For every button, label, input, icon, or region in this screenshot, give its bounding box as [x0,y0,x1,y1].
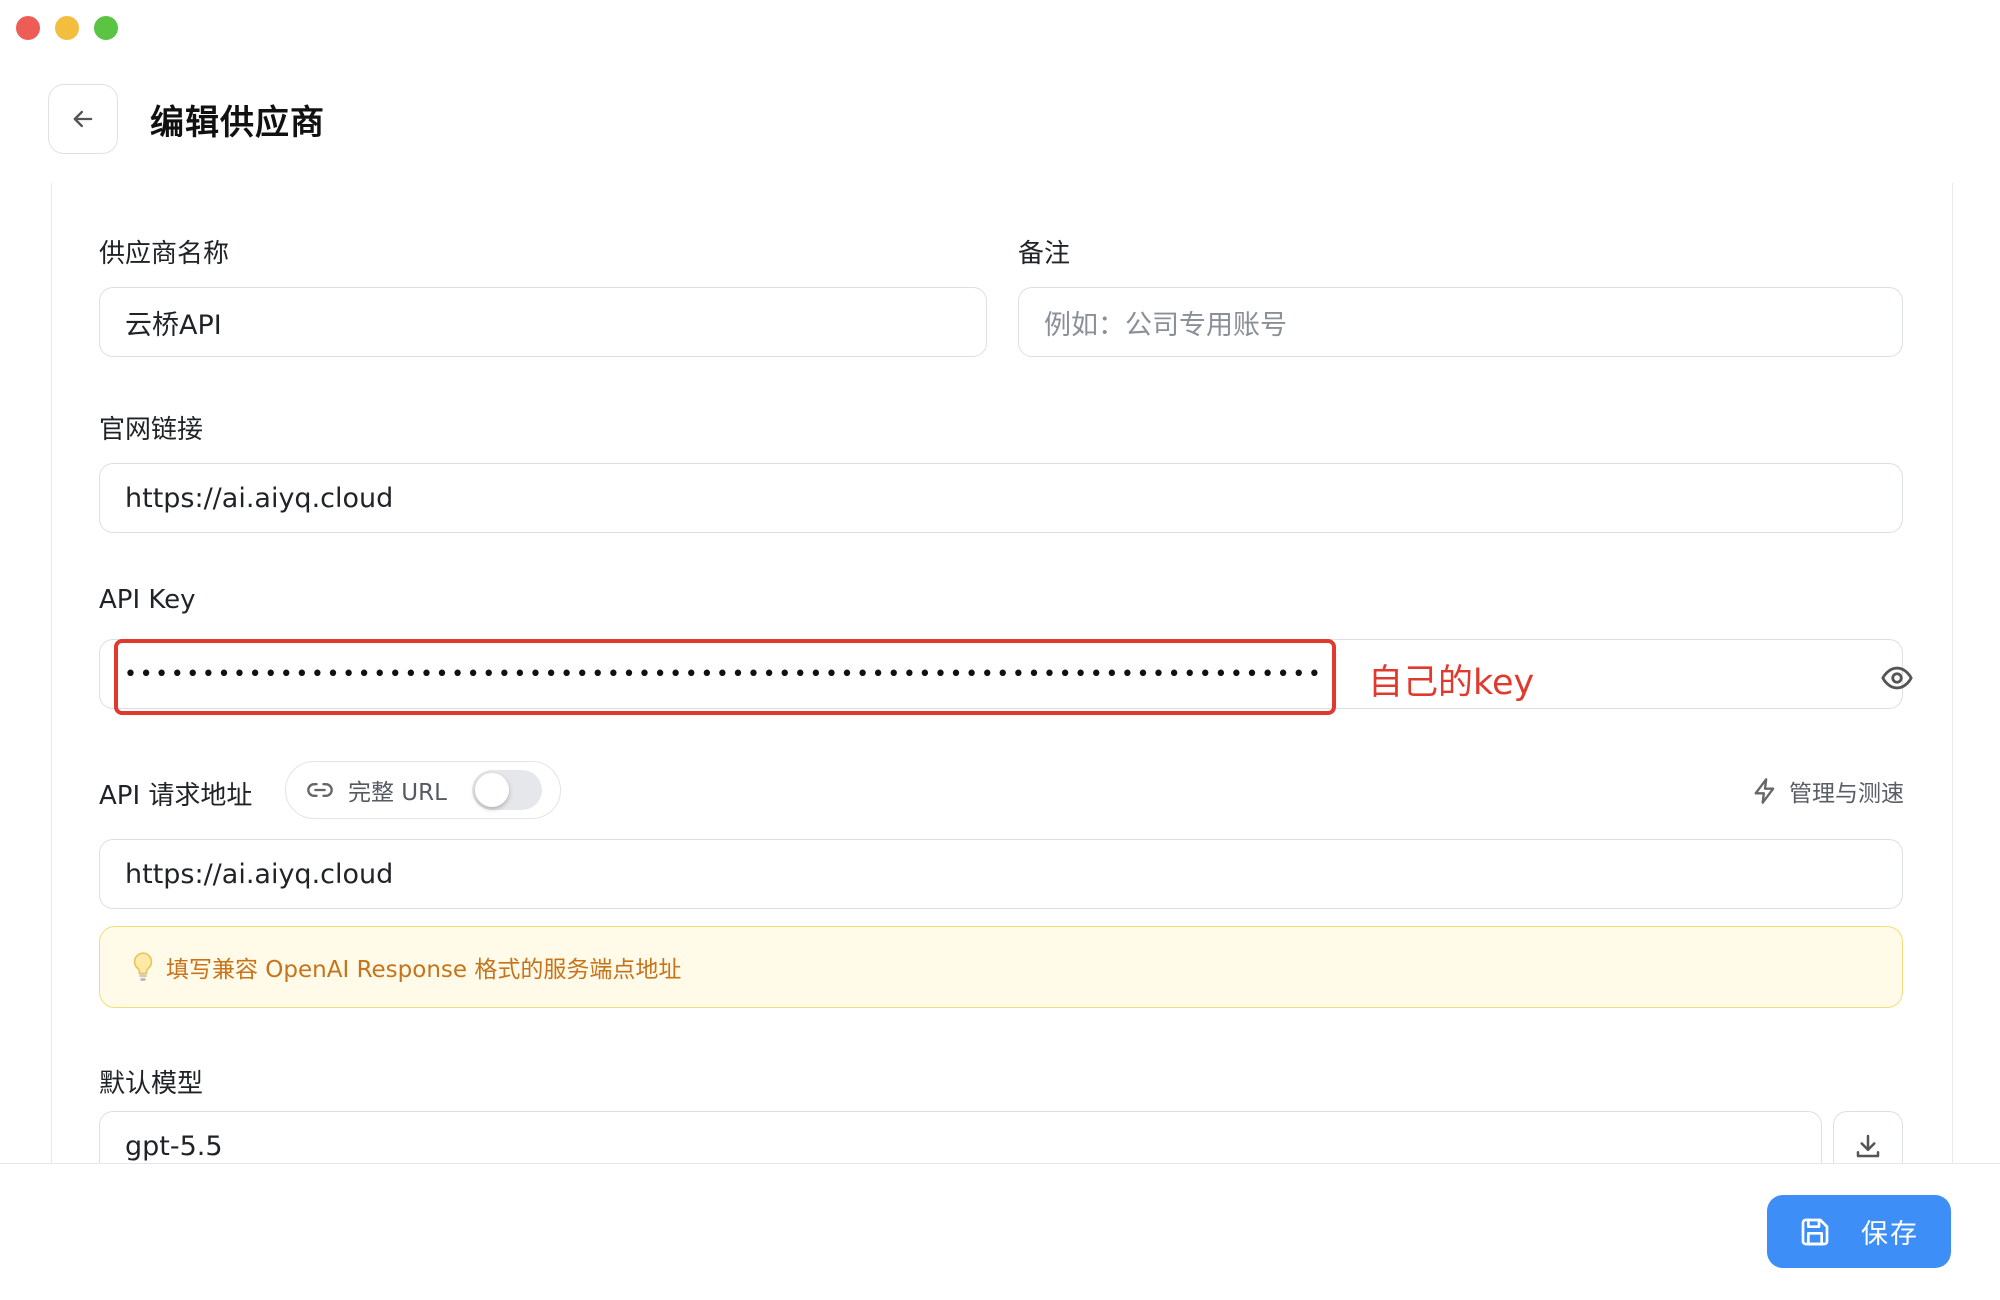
website-label: 官网链接 [99,415,204,445]
annotation-highlight-box [114,639,1336,715]
website-value: https://ai.aiyq.cloud [125,482,394,514]
lightbulb-icon [133,952,153,981]
provider-name-label: 供应商名称 [99,239,230,269]
api-key-label: API Key [99,585,196,615]
back-button[interactable] [48,84,118,154]
api-url-label: API 请求地址 [99,781,253,811]
form-panel: 供应商名称 云桥API 备注 例如：公司专用账号 官网链接 https://ai… [51,183,1953,1163]
minimize-window-button[interactable] [55,16,79,40]
maximize-window-button[interactable] [94,16,118,40]
switch-knob [475,773,509,807]
default-model-label: 默认模型 [99,1069,204,1099]
page-title: 编辑供应商 [150,102,325,143]
api-url-hint: 填写兼容 OpenAI Response 格式的服务端点地址 [99,926,1903,1008]
manage-speedtest-label: 管理与测速 [1789,781,1904,807]
default-model-value: gpt-5.5 [125,1130,223,1162]
back-arrow-icon [73,110,93,128]
note-placeholder: 例如：公司专用账号 [1044,309,1287,341]
window-controls [16,16,118,40]
provider-name-value: 云桥API [125,309,222,341]
full-url-toggle-group: 完整 URL [285,761,561,819]
api-url-hint-text: 填写兼容 OpenAI Response 格式的服务端点地址 [166,957,682,983]
annotation-note: 自己的key [1368,663,1535,703]
save-label: 保存 [1861,1219,1919,1250]
website-input[interactable]: https://ai.aiyq.cloud [99,463,1903,533]
manage-speedtest-button[interactable]: 管理与测速 [1751,774,1904,808]
api-url-value: https://ai.aiyq.cloud [125,858,394,890]
footer-bar [0,1163,2000,1300]
lightning-icon [1754,778,1775,804]
eye-icon [1881,666,1913,690]
fetch-models-button[interactable] [1833,1111,1903,1163]
note-label: 备注 [1018,239,1071,269]
app-window: 编辑供应商 供应商名称 云桥API 备注 例如：公司专用账号 官网链接 http… [0,0,2000,1300]
download-icon [1856,1134,1880,1158]
full-url-label: 完整 URL [348,780,447,806]
api-url-input[interactable]: https://ai.aiyq.cloud [99,839,1903,909]
page-header: 编辑供应商 [48,84,325,154]
save-button[interactable]: 保存 [1767,1195,1951,1268]
full-url-switch[interactable] [472,770,542,810]
toggle-visibility-button[interactable] [1880,661,1914,699]
close-window-button[interactable] [16,16,40,40]
note-input[interactable]: 例如：公司专用账号 [1018,287,1903,357]
link-icon [307,783,333,797]
provider-name-input[interactable]: 云桥API [99,287,987,357]
save-icon [1801,1218,1829,1245]
default-model-input[interactable]: gpt-5.5 [99,1111,1822,1163]
